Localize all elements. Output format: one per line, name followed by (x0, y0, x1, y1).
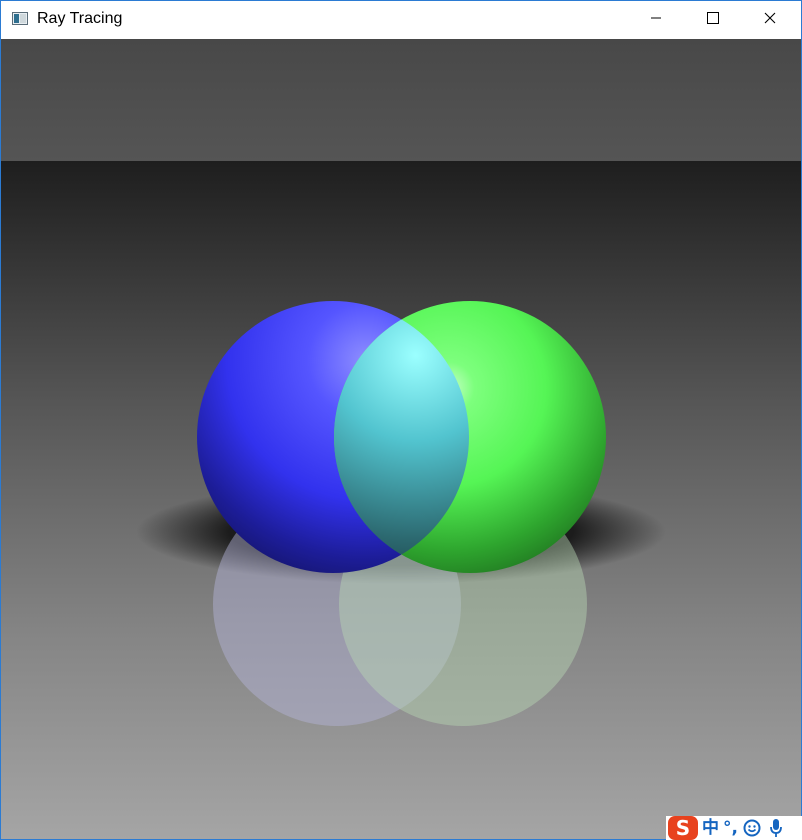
minimize-icon (650, 11, 662, 29)
ime-mode-toggle[interactable]: 中 (702, 816, 719, 840)
window-title: Ray Tracing (37, 10, 123, 27)
render-viewport[interactable] (1, 39, 801, 839)
sogou-logo[interactable]: S (668, 816, 698, 840)
ray-traced-scene (1, 39, 801, 839)
close-icon (764, 11, 776, 29)
maximize-button[interactable] (690, 1, 736, 39)
ime-punctuation-toggle[interactable]: °, (723, 816, 738, 840)
app-window-icon (12, 12, 28, 25)
smiley-icon[interactable] (742, 818, 762, 838)
close-button[interactable] (747, 1, 793, 39)
title-bar[interactable]: Ray Tracing (1, 1, 801, 39)
ime-toolbar[interactable]: S 中 °, (666, 816, 802, 840)
microphone-icon[interactable] (766, 818, 786, 838)
maximize-icon (707, 11, 719, 29)
minimize-button[interactable] (633, 1, 679, 39)
app-window: Ray Tracing (0, 0, 802, 840)
